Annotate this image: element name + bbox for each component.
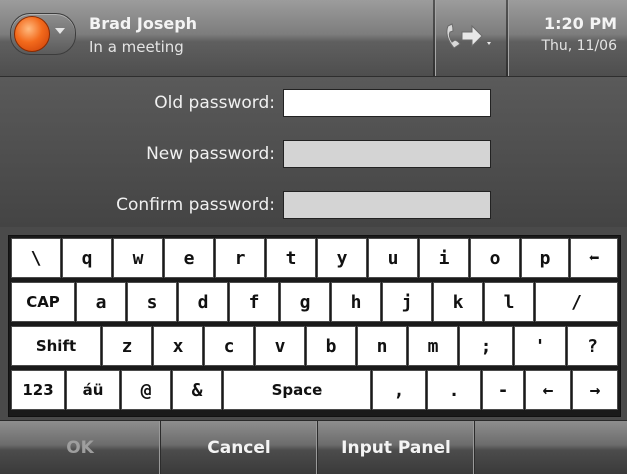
key-j[interactable]: j — [382, 282, 432, 322]
input-panel-button[interactable]: Input Panel — [318, 421, 475, 474]
arrow-right-key[interactable]: → — [572, 370, 618, 410]
soft-keyboard: \ q w e r t y u i o p ⬅ CAP a s d f g h … — [8, 235, 621, 417]
key-shift[interactable]: Shift — [11, 326, 101, 366]
key-semicolon[interactable]: ; — [459, 326, 513, 366]
key-question[interactable]: ? — [567, 326, 618, 366]
key-o[interactable]: o — [470, 238, 520, 278]
call-forward-icon — [446, 23, 491, 49]
confirm-password-label: Confirm password: — [116, 195, 275, 215]
key-at[interactable]: @ — [121, 370, 171, 410]
old-password-field[interactable] — [283, 89, 491, 117]
password-form: Old password: New password: Confirm pass… — [0, 77, 627, 227]
user-name: Brad Joseph — [89, 14, 198, 33]
key-h[interactable]: h — [331, 282, 381, 322]
key-space[interactable]: Space — [223, 370, 371, 410]
ok-button[interactable]: OK — [0, 421, 161, 474]
old-password-label: Old password: — [154, 93, 275, 113]
key-k[interactable]: k — [433, 282, 483, 322]
cancel-button[interactable]: Cancel — [161, 421, 318, 474]
clock-date: Thu, 11/06 — [541, 38, 617, 54]
title-separator — [506, 0, 509, 76]
key-comma[interactable]: , — [372, 370, 426, 410]
backspace-key[interactable]: ⬅ — [570, 238, 618, 278]
key-r[interactable]: r — [215, 238, 265, 278]
arrow-left-key[interactable]: ← — [525, 370, 571, 410]
key-f[interactable]: f — [229, 282, 279, 322]
key-d[interactable]: d — [178, 282, 228, 322]
key-z[interactable]: z — [102, 326, 152, 366]
key-x[interactable]: x — [153, 326, 203, 366]
key-backslash[interactable]: \ — [11, 238, 61, 278]
new-password-label: New password: — [146, 144, 275, 164]
title-bar: Brad Joseph In a meeting 1:20 PM Thu, 11… — [0, 0, 627, 77]
new-password-field[interactable] — [283, 140, 491, 168]
chevron-down-icon — [55, 28, 65, 34]
key-ampersand[interactable]: & — [172, 370, 222, 410]
key-period[interactable]: . — [427, 370, 481, 410]
key-u[interactable]: u — [368, 238, 418, 278]
clock-time: 1:20 PM — [543, 14, 617, 33]
key-caps[interactable]: CAP — [11, 282, 75, 322]
key-g[interactable]: g — [280, 282, 330, 322]
key-l[interactable]: l — [484, 282, 534, 322]
new-password-row: New password: — [0, 136, 627, 172]
key-b[interactable]: b — [306, 326, 356, 366]
key-hyphen[interactable]: - — [482, 370, 524, 410]
call-forward-button[interactable] — [440, 16, 500, 56]
confirm-password-row: Confirm password: — [0, 187, 627, 223]
key-apostrophe[interactable]: ' — [514, 326, 566, 366]
presence-button[interactable] — [10, 13, 76, 55]
key-s[interactable]: s — [127, 282, 177, 322]
confirm-password-field[interactable] — [283, 191, 491, 219]
key-123[interactable]: 123 — [11, 370, 65, 410]
key-y[interactable]: y — [317, 238, 367, 278]
soft-key-bar: OK Cancel Input Panel — [0, 420, 627, 474]
key-n[interactable]: n — [357, 326, 407, 366]
key-slash[interactable]: / — [535, 282, 618, 322]
key-v[interactable]: v — [255, 326, 305, 366]
key-i[interactable]: i — [419, 238, 469, 278]
key-q[interactable]: q — [62, 238, 112, 278]
old-password-row: Old password: — [0, 85, 627, 121]
key-t[interactable]: t — [266, 238, 316, 278]
key-w[interactable]: w — [113, 238, 163, 278]
user-status: In a meeting — [89, 38, 184, 56]
presence-orb-icon — [14, 16, 50, 52]
key-p[interactable]: p — [521, 238, 569, 278]
key-accents[interactable]: áü — [66, 370, 120, 410]
key-e[interactable]: e — [164, 238, 214, 278]
key-m[interactable]: m — [408, 326, 458, 366]
title-separator — [433, 0, 436, 76]
key-a[interactable]: a — [76, 282, 126, 322]
key-c[interactable]: c — [204, 326, 254, 366]
